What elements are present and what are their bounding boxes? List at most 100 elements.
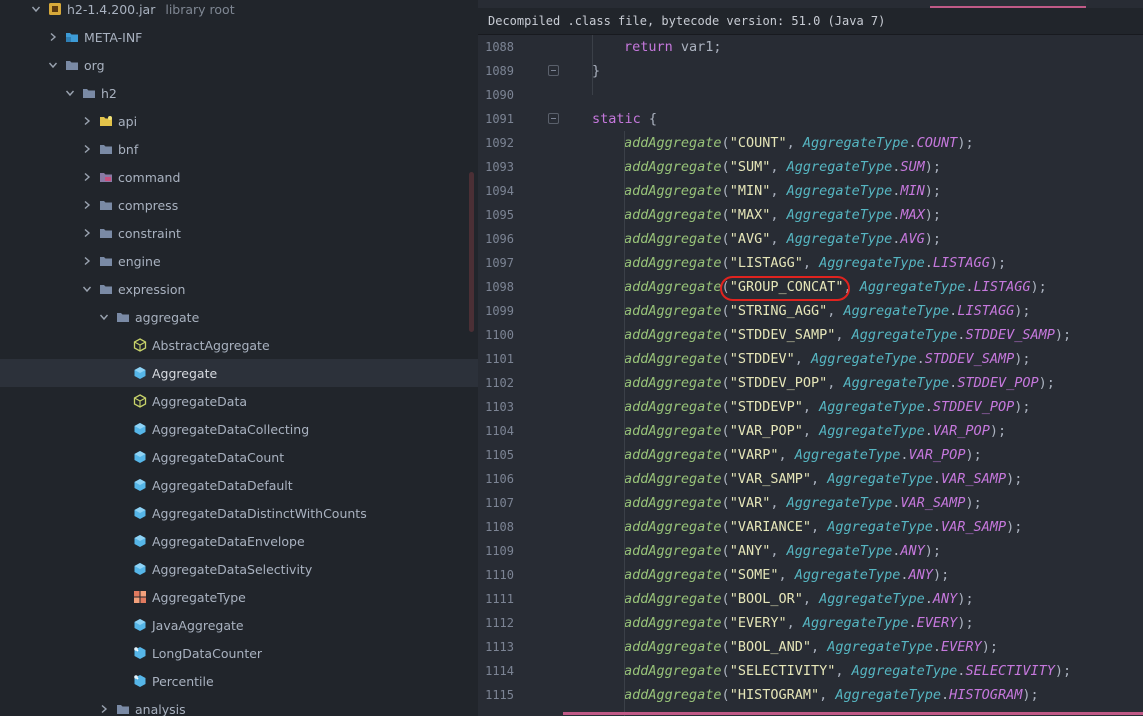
- string-literal: "AVG": [729, 231, 771, 247]
- tree-item-aggregate[interactable]: Aggregate: [0, 359, 478, 387]
- code-line[interactable]: 1090: [478, 83, 1143, 107]
- tree-item-percentile[interactable]: Percentile: [0, 667, 478, 695]
- line-number: 1101: [485, 352, 514, 366]
- tree-item-analysis[interactable]: analysis: [0, 695, 478, 716]
- code-line[interactable]: 1110 addAggregate("SOME", AggregateType.A…: [478, 563, 1143, 587]
- tree-item-aggregatedataenvelope[interactable]: AggregateDataEnvelope: [0, 527, 478, 555]
- tree-item-label: Aggregate: [152, 365, 218, 381]
- tree-item-aggregatetype[interactable]: AggregateType: [0, 583, 478, 611]
- code-line[interactable]: 1105 addAggregate("VARP", AggregateType.V…: [478, 443, 1143, 467]
- tree-item-h2-1-4-200-jar[interactable]: h2-1.4.200.jar library root: [0, 0, 478, 23]
- tree-item-longdatacounter[interactable]: LongDataCounter: [0, 639, 478, 667]
- chevron-right-icon[interactable]: [81, 227, 93, 239]
- tree-item-aggregate[interactable]: aggregate: [0, 303, 478, 331]
- tree-item-abstractaggregate[interactable]: AbstractAggregate: [0, 331, 478, 359]
- code-line[interactable]: 1094 addAggregate("MIN", AggregateType.MI…: [478, 179, 1143, 203]
- chevron-down-icon[interactable]: [30, 3, 42, 15]
- project-tree-scrollbar[interactable]: [469, 172, 474, 332]
- code-line[interactable]: 1106 addAggregate("VAR_SAMP", AggregateTy…: [478, 467, 1143, 491]
- type-reference: AggregateType: [786, 495, 893, 511]
- tree-item-aggregatedatacount[interactable]: AggregateDataCount: [0, 443, 478, 471]
- tree-item-h2[interactable]: h2: [0, 79, 478, 107]
- tree-item-constraint[interactable]: constraint: [0, 219, 478, 247]
- code-line[interactable]: 1109 addAggregate("ANY", AggregateType.AN…: [478, 539, 1143, 563]
- code-line[interactable]: 1098 addAggregate("GROUP_CONCAT", Aggrega…: [478, 275, 1143, 299]
- active-tab-indicator[interactable]: [930, 0, 1086, 8]
- code-line[interactable]: 1091 static {: [478, 107, 1143, 131]
- code-line[interactable]: 1092 addAggregate("COUNT", AggregateType.…: [478, 131, 1143, 155]
- method-call: addAggregate: [624, 159, 722, 175]
- chevron-right-icon[interactable]: [81, 143, 93, 155]
- code-line[interactable]: 1097 addAggregate("LISTAGG", AggregateTyp…: [478, 251, 1143, 275]
- tree-item-aggregatedataselectivity[interactable]: AggregateDataSelectivity: [0, 555, 478, 583]
- enum-constant: SELECTIVITY: [965, 663, 1055, 679]
- tree-item-aggregatedatadefault[interactable]: AggregateDataDefault: [0, 471, 478, 499]
- decompiled-banner-text: Decompiled .class file, bytecode version…: [488, 14, 886, 28]
- tree-item-api[interactable]: api: [0, 107, 478, 135]
- punctuation: (: [721, 423, 730, 439]
- tree-item-label: JavaAggregate: [152, 617, 244, 633]
- tree-item-aggregatedatacollecting[interactable]: AggregateDataCollecting: [0, 415, 478, 443]
- chevron-right-icon[interactable]: [81, 199, 93, 211]
- chevron-right-icon[interactable]: [81, 255, 93, 267]
- chevron-down-icon[interactable]: [47, 59, 59, 71]
- code-line[interactable]: 1107 addAggregate("VAR", AggregateType.VA…: [478, 491, 1143, 515]
- code-line[interactable]: 1102 addAggregate("STDDEV_POP", Aggregate…: [478, 371, 1143, 395]
- code-line[interactable]: 1099 addAggregate("STRING_AGG", Aggregate…: [478, 299, 1143, 323]
- enum-icon: [133, 590, 147, 604]
- chevron-down-icon[interactable]: [64, 87, 76, 99]
- code-line[interactable]: 1089}: [478, 59, 1143, 83]
- tree-item-aggregatedata[interactable]: AggregateData: [0, 387, 478, 415]
- method-call: addAggregate: [624, 591, 722, 607]
- code-line[interactable]: 1095 addAggregate("MAX", AggregateType.MA…: [478, 203, 1143, 227]
- code-line[interactable]: 1108 addAggregate("VARIANCE", AggregateTy…: [478, 515, 1143, 539]
- code-line[interactable]: 1114 addAggregate("SELECTIVITY", Aggregat…: [478, 659, 1143, 683]
- tree-item-label: AggregateDataEnvelope: [152, 533, 305, 549]
- code-line[interactable]: 1100 addAggregate("STDDEV_SAMP", Aggregat…: [478, 323, 1143, 347]
- code-line[interactable]: 1103 addAggregate("STDDEVP", AggregateTyp…: [478, 395, 1143, 419]
- code-text: addAggregate("VAR", AggregateType.VAR_SA…: [624, 491, 982, 515]
- fold-toggle-icon[interactable]: [548, 65, 559, 76]
- code-line[interactable]: 1111 addAggregate("BOOL_OR", AggregateTyp…: [478, 587, 1143, 611]
- line-number: 1090: [485, 88, 514, 102]
- tree-item-engine[interactable]: engine: [0, 247, 478, 275]
- code-line[interactable]: 1112 addAggregate("EVERY", AggregateType.…: [478, 611, 1143, 635]
- code-line[interactable]: 1088 return var1;: [478, 35, 1143, 59]
- code-line[interactable]: 1104 addAggregate("VAR_POP", AggregateTyp…: [478, 419, 1143, 443]
- punctuation: ,: [810, 471, 828, 487]
- abstract-class-icon: [133, 394, 147, 408]
- enum-constant: STDDEV_SAMP: [965, 327, 1055, 343]
- tree-item-bnf[interactable]: bnf: [0, 135, 478, 163]
- string-literal: "EVERY": [729, 615, 787, 631]
- chevron-down-icon[interactable]: [98, 311, 110, 323]
- tree-item-meta-inf[interactable]: META-INF: [0, 23, 478, 51]
- punctuation: {: [640, 111, 658, 127]
- tree-item-expression[interactable]: expression: [0, 275, 478, 303]
- code-area[interactable]: 1088 return var1; 1089} 1090 1091 static {109…: [478, 35, 1143, 716]
- chevron-right-icon[interactable]: [81, 171, 93, 183]
- punctuation: (: [721, 207, 730, 223]
- line-number: 1096: [485, 232, 514, 246]
- punctuation: );: [989, 423, 1007, 439]
- class-icon: [133, 534, 147, 548]
- chevron-down-icon[interactable]: [81, 283, 93, 295]
- method-call: addAggregate: [624, 399, 722, 415]
- tree-item-javaaggregate[interactable]: JavaAggregate: [0, 611, 478, 639]
- code-line[interactable]: 1096 addAggregate("AVG", AggregateType.AV…: [478, 227, 1143, 251]
- code-line[interactable]: 1113 addAggregate("BOOL_AND", AggregateTy…: [478, 635, 1143, 659]
- method-call: addAggregate: [624, 255, 722, 271]
- punctuation: }: [592, 63, 601, 79]
- tree-item-compress[interactable]: compress: [0, 191, 478, 219]
- tree-item-command[interactable]: command: [0, 163, 478, 191]
- tree-item-aggregatedatadistinctwithcounts[interactable]: AggregateDataDistinctWithCounts: [0, 499, 478, 527]
- chevron-right-icon[interactable]: [47, 31, 59, 43]
- fold-toggle-icon[interactable]: [548, 113, 559, 124]
- chevron-right-icon[interactable]: [98, 703, 110, 715]
- code-line[interactable]: 1101 addAggregate("STDDEV", AggregateType…: [478, 347, 1143, 371]
- code-line[interactable]: 1093 addAggregate("SUM", AggregateType.SU…: [478, 155, 1143, 179]
- chevron-right-icon[interactable]: [81, 115, 93, 127]
- string-literal: "VARIANCE": [729, 519, 811, 535]
- code-line[interactable]: 1115 addAggregate("HISTOGRAM", AggregateT…: [478, 683, 1143, 707]
- tree-item-org[interactable]: org: [0, 51, 478, 79]
